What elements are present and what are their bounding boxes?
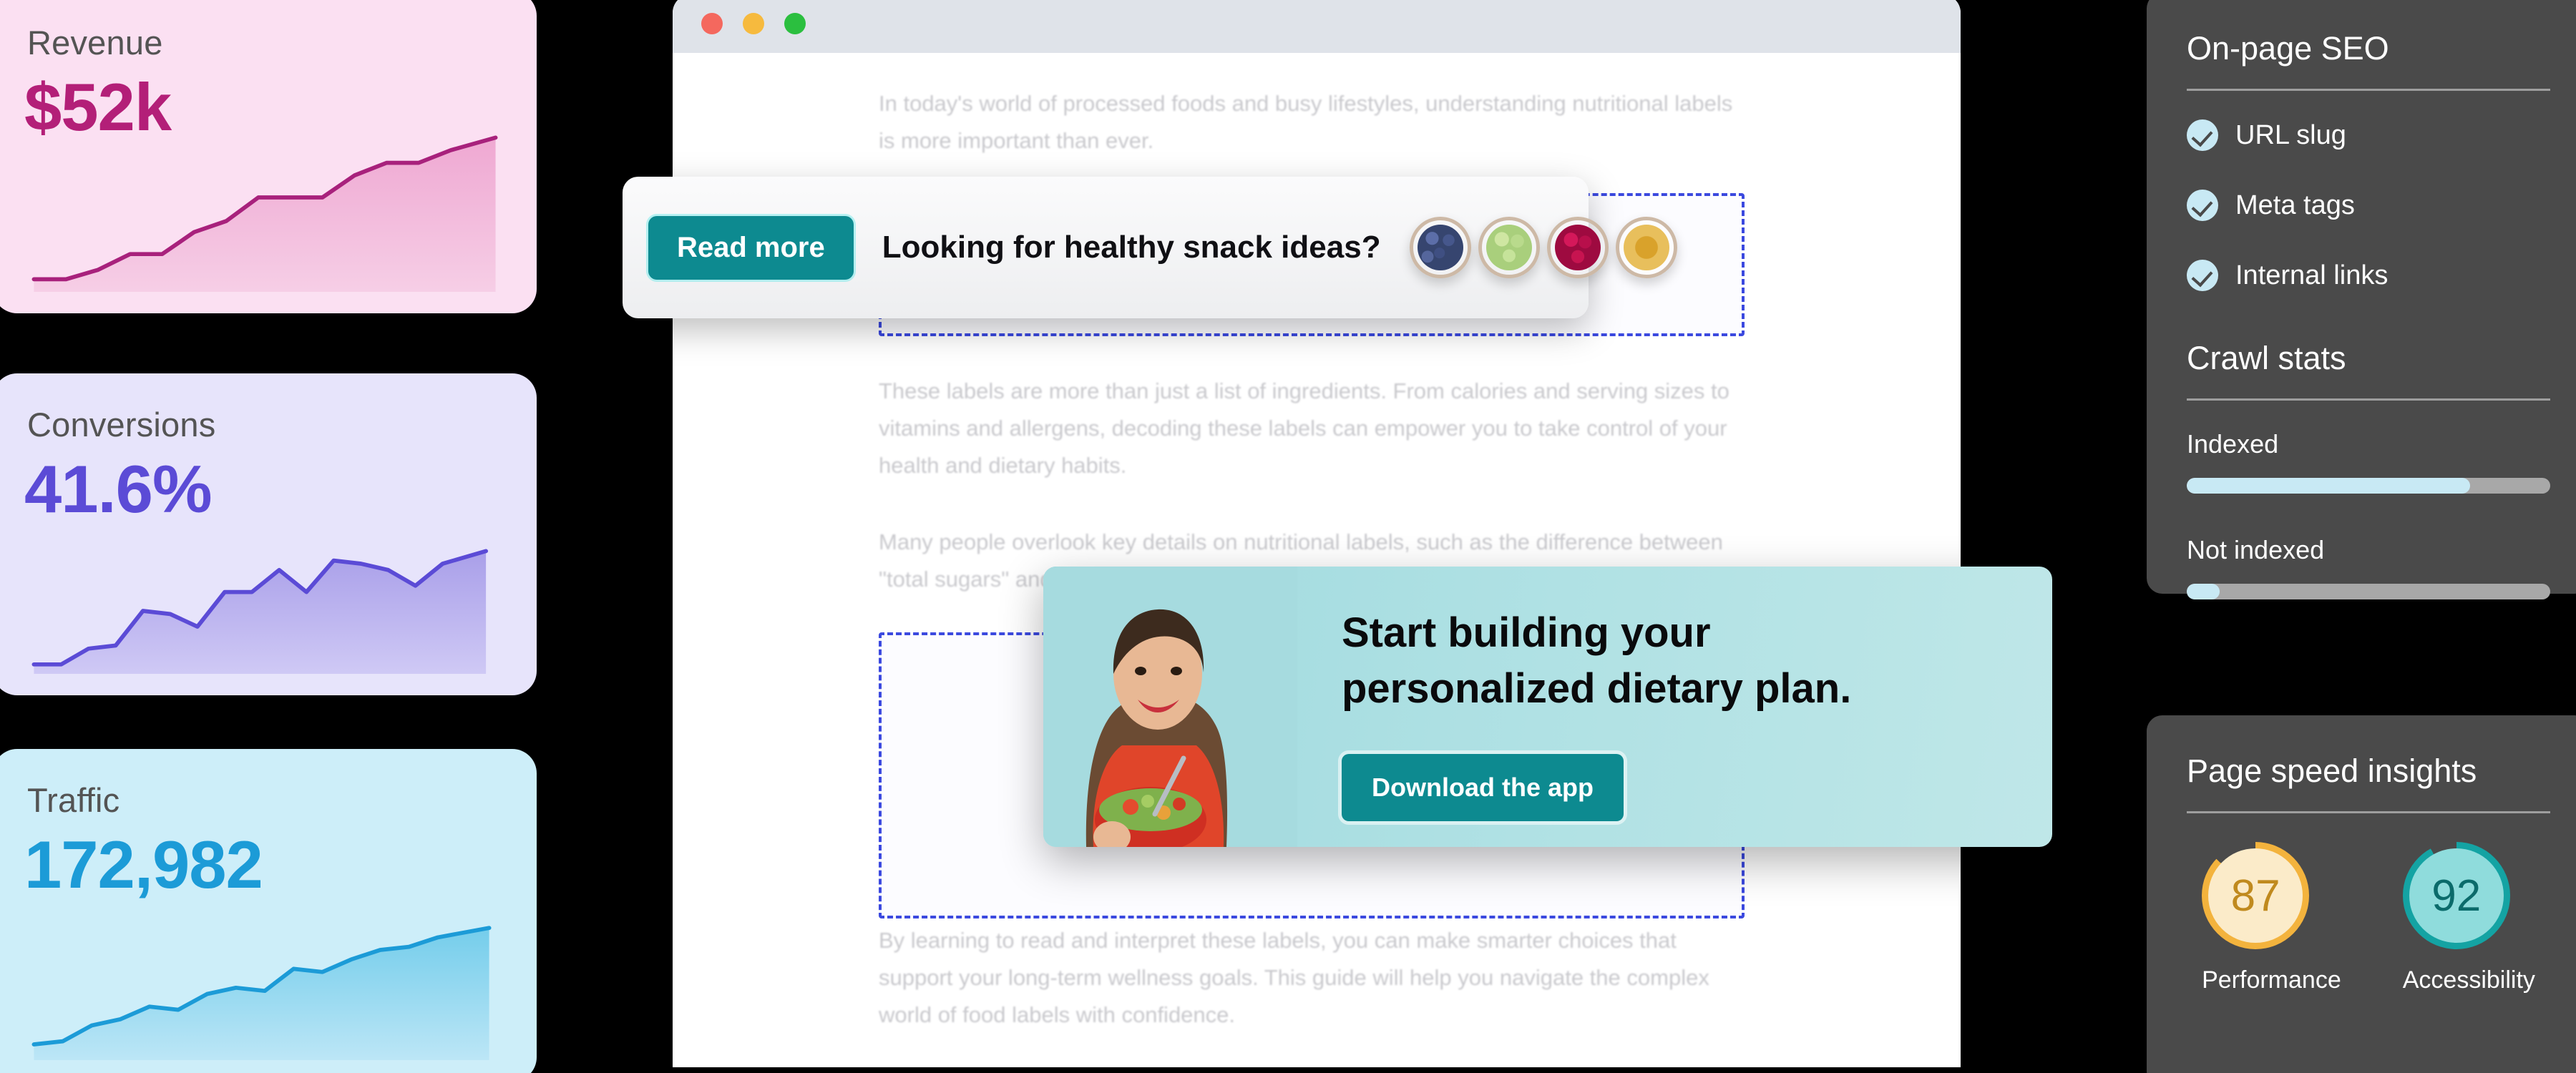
seo-check-label: Meta tags <box>2235 190 2355 220</box>
check-circle-icon <box>2187 260 2218 291</box>
cucumber-bowl-icon <box>1478 217 1540 278</box>
check-circle-icon <box>2187 190 2218 221</box>
dietary-plan-promo-card[interactable]: Start building your personalized dietary… <box>1043 567 2052 847</box>
page-speed-divider <box>2187 811 2550 813</box>
performance-score: 87 <box>2230 871 2280 921</box>
woman-with-salad-photo <box>1043 567 1297 847</box>
browser-titlebar <box>673 0 1961 53</box>
metric-card-conversions[interactable]: Conversions 41.6% <box>0 373 537 695</box>
snack-ad-banner[interactable]: Read more Looking for healthy snack idea… <box>623 177 1677 318</box>
browser-window: In today's world of processed foods and … <box>673 0 1961 1067</box>
check-circle-icon <box>2187 119 2218 151</box>
metric-label-traffic: Traffic <box>27 781 120 819</box>
article-paragraph: These labels are more than just a list o… <box>879 378 1729 478</box>
download-the-app-button[interactable]: Download the app <box>1342 754 1624 821</box>
sparkline-revenue <box>24 134 505 292</box>
crawl-bar-label-indexed: Indexed <box>2187 429 2279 459</box>
seo-title-divider <box>2187 89 2550 91</box>
crawl-title-divider <box>2187 398 2550 401</box>
article-paragraph: In today's world of processed foods and … <box>879 91 1733 153</box>
crawl-bar-label-not-indexed: Not indexed <box>2187 535 2325 564</box>
sparkline-conversions <box>24 516 505 674</box>
page-speed-gauges: 87 Performance 92 Accessibility <box>2187 842 2550 994</box>
seo-check-meta-tags[interactable]: Meta tags <box>2187 190 2550 221</box>
seo-check-internal-links[interactable]: Internal links <box>2187 260 2550 291</box>
accessibility-score: 92 <box>2431 871 2482 921</box>
crawl-stats-title: Crawl stats <box>2187 340 2346 376</box>
maximize-window-icon[interactable] <box>784 13 806 34</box>
performance-caption: Performance <box>2202 966 2341 994</box>
seo-panel-title: On-page SEO <box>2187 30 2389 67</box>
promo-headline: Start building your personalized dietary… <box>1342 609 1852 712</box>
read-more-button[interactable]: Read more <box>648 215 854 280</box>
sparkline-traffic <box>24 903 505 1060</box>
dashboard-composite: Revenue $52k Conversions 41.6% Traffic 1… <box>0 0 2576 1073</box>
performance-gauge-ring: 87 <box>2202 842 2310 949</box>
article-paragraph: By learning to read and interpret these … <box>879 928 1709 1027</box>
accessibility-gauge-ring: 92 <box>2402 842 2510 949</box>
raspberries-bowl-icon <box>1546 217 1609 278</box>
page-speed-insights-panel: Page speed insights 87 Performance 92 Ac… <box>2147 715 2576 1073</box>
metric-label-revenue: Revenue <box>27 24 163 62</box>
metric-value-traffic: 172,982 <box>24 827 263 902</box>
metric-card-traffic[interactable]: Traffic 172,982 <box>0 749 537 1073</box>
page-speed-title: Page speed insights <box>2187 753 2477 789</box>
metric-label-conversions: Conversions <box>27 406 216 444</box>
crawl-bar-not-indexed <box>2187 584 2550 599</box>
metric-card-revenue[interactable]: Revenue $52k <box>0 0 537 313</box>
snack-banner-headline: Looking for healthy snack ideas? <box>882 230 1381 265</box>
blueberries-bowl-icon <box>1409 217 1471 278</box>
snack-bowl-images <box>1409 217 1684 278</box>
crawl-bar-indexed-fill <box>2187 478 2471 494</box>
close-window-icon[interactable] <box>701 13 723 34</box>
seo-check-label: URL slug <box>2235 119 2346 150</box>
gauge-item-performance[interactable]: 87 Performance <box>2202 842 2341 994</box>
on-page-seo-panel: On-page SEO URL slug Meta tags Internal … <box>2147 0 2576 599</box>
hummus-bowl-icon <box>1615 217 1677 278</box>
minimize-window-icon[interactable] <box>743 13 764 34</box>
seo-check-url-slug[interactable]: URL slug <box>2187 119 2550 151</box>
crawl-bar-not-indexed-fill <box>2187 584 2220 599</box>
seo-check-label: Internal links <box>2235 260 2389 290</box>
gauge-item-accessibility[interactable]: 92 Accessibility <box>2402 842 2535 994</box>
accessibility-caption: Accessibility <box>2402 966 2535 994</box>
promo-content: Start building your personalized dietary… <box>1297 567 2052 847</box>
crawl-bar-indexed <box>2187 478 2550 494</box>
